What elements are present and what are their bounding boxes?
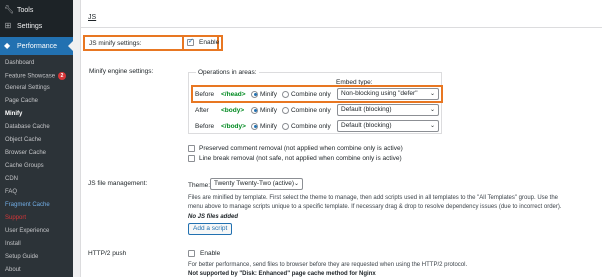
op-row-before-head: Before </head> Minify Combine only (195, 88, 331, 100)
combine-only-radio[interactable] (281, 90, 289, 98)
submenu-item-support[interactable]: Support (5, 215, 26, 221)
add-script-button[interactable]: Add a script (188, 223, 233, 235)
submenu-item-dashboard[interactable]: Dashboard (5, 60, 34, 66)
preserved-comment-removal-checkbox[interactable] (188, 145, 195, 152)
chevron-down-icon: ⌄ (429, 91, 435, 97)
combine-only-radio[interactable] (281, 106, 289, 114)
submenu-item-cdn[interactable]: CDN (5, 176, 18, 182)
http2-push-checkbox[interactable] (188, 250, 195, 257)
submenu-item-database-cache[interactable]: Database Cache (5, 124, 50, 130)
combine-only-label: Combine only (290, 90, 331, 98)
line-break-removal-checkbox[interactable] (188, 155, 195, 162)
op-position: Before (195, 122, 215, 130)
op-tag: <body> (221, 106, 245, 114)
performance-icon: ◆ (4, 41, 11, 50)
select-value: Twenty Twenty-Two (active) (214, 180, 295, 187)
sidebar-item-tools[interactable]: 🔧︎ Tools (0, 2, 73, 18)
select-value: Non-blocking using "defer" (341, 90, 418, 97)
js-minify-enable-label: Enable (199, 39, 220, 46)
minify-radio-label: Minify (260, 122, 277, 130)
preserved-comment-removal-option[interactable]: Preserved comment removal (not applied w… (188, 145, 403, 152)
http2-note: Not supported by "Disk: Enhanced" page c… (188, 271, 376, 277)
embed-type-select-before-head[interactable]: Non-blocking using "defer" ⌄ (337, 88, 439, 100)
section-title: JS (88, 14, 97, 21)
section-header: JS (81, 0, 602, 28)
http2-description: For better performance, send files to br… (188, 262, 468, 268)
main-content: JS JS minify settings: Enable Minify eng… (80, 0, 602, 277)
submenu-item-feature-showcase[interactable]: Feature Showcase 2 (5, 72, 67, 80)
js-minify-checkbox[interactable] (187, 37, 194, 46)
submenu-item-about[interactable]: About (5, 267, 21, 273)
operations-legend: Operations in areas: (196, 69, 259, 76)
sidebar-item-label: Performance (17, 42, 58, 50)
file-management-description-line1: Files are minified by template. First se… (188, 195, 558, 201)
admin-sidebar: 🔧︎ Tools ⊞ Settings ◆ Performance Dashbo… (0, 0, 73, 277)
op-position: Before (195, 90, 215, 98)
option-label: Preserved comment removal (not applied w… (199, 145, 403, 152)
combine-only-label: Combine only (290, 106, 331, 114)
combine-only-label: Combine only (290, 122, 331, 130)
submenu-item-page-cache[interactable]: Page Cache (5, 98, 38, 104)
submenu-item-user-experience[interactable]: User Experience (5, 228, 49, 234)
http2-enable-label: Enable (200, 250, 221, 257)
option-label: Line break removal (not safe, not applie… (199, 155, 402, 162)
op-row-after-body: After <body> Minify Combine only (195, 104, 331, 116)
submenu-item-object-cache[interactable]: Object Cache (5, 137, 41, 143)
theme-select[interactable]: Twenty Twenty-Two (active) ⌄ (210, 178, 303, 190)
chevron-down-icon: ⌄ (429, 123, 435, 129)
op-tag: </body> (221, 122, 246, 130)
submenu-item-fragment-cache[interactable]: Fragment Cache (5, 202, 50, 208)
js-minify-label: JS minify settings: (89, 40, 142, 47)
submenu-item-minify[interactable]: Minify (5, 111, 22, 117)
minify-radio[interactable] (251, 106, 258, 114)
http2-push-enable[interactable]: Enable (188, 250, 220, 257)
js-file-management-label: JS file management: (88, 180, 148, 187)
submenu-item-faq[interactable]: FAQ (5, 189, 17, 195)
select-value: Default (blocking) (341, 106, 392, 113)
select-value: Default (blocking) (341, 122, 392, 129)
op-row-before-body-close: Before </body> Minify Combine only (195, 120, 331, 132)
minify-radio[interactable] (251, 122, 258, 130)
chevron-down-icon: ⌄ (429, 107, 435, 113)
update-count-badge: 2 (58, 72, 67, 80)
op-position: After (195, 106, 209, 114)
no-files-message: No JS files added (188, 214, 239, 220)
wrench-icon: 🔧︎ (4, 5, 15, 14)
op-tag: </head> (221, 90, 246, 98)
settings-icon: ⊞ (4, 21, 12, 30)
submenu-item-general-settings[interactable]: General Settings (5, 85, 50, 91)
minify-engine-label: Minify engine settings: (89, 68, 154, 75)
submenu-item-install[interactable]: Install (5, 241, 21, 247)
sidebar-item-label: Tools (17, 6, 34, 14)
line-break-removal-option[interactable]: Line break removal (not safe, not applie… (188, 155, 402, 162)
embed-type-select-before-body-close[interactable]: Default (blocking) ⌄ (337, 120, 439, 132)
submenu-item-cache-groups[interactable]: Cache Groups (5, 163, 44, 169)
embed-type-select-after-body[interactable]: Default (blocking) ⌄ (337, 104, 439, 116)
submenu-item-setup-guide[interactable]: Setup Guide (5, 254, 38, 260)
sidebar-item-performance[interactable]: ◆ Performance (0, 37, 73, 55)
chevron-down-icon: ⌄ (293, 181, 299, 187)
current-menu-arrow (68, 41, 73, 51)
js-minify-enable[interactable]: Enable (187, 37, 220, 46)
submenu-item-browser-cache[interactable]: Browser Cache (5, 150, 46, 156)
sidebar-item-label: Settings (17, 22, 43, 30)
submenu-item-label: Feature Showcase (5, 73, 56, 80)
minify-radio-label: Minify (260, 90, 277, 98)
theme-label: Theme: (188, 182, 211, 189)
performance-submenu: Dashboard Feature Showcase 2 General Sett… (0, 55, 73, 277)
file-management-description-line2: menu above to manage scripts unique to a… (188, 204, 562, 210)
minify-radio[interactable] (251, 90, 258, 98)
http2-push-label: HTTP/2 push (88, 250, 127, 257)
combine-only-radio[interactable] (281, 122, 289, 130)
minify-radio-label: Minify (260, 106, 277, 114)
sidebar-item-settings[interactable]: ⊞ Settings (0, 18, 73, 34)
